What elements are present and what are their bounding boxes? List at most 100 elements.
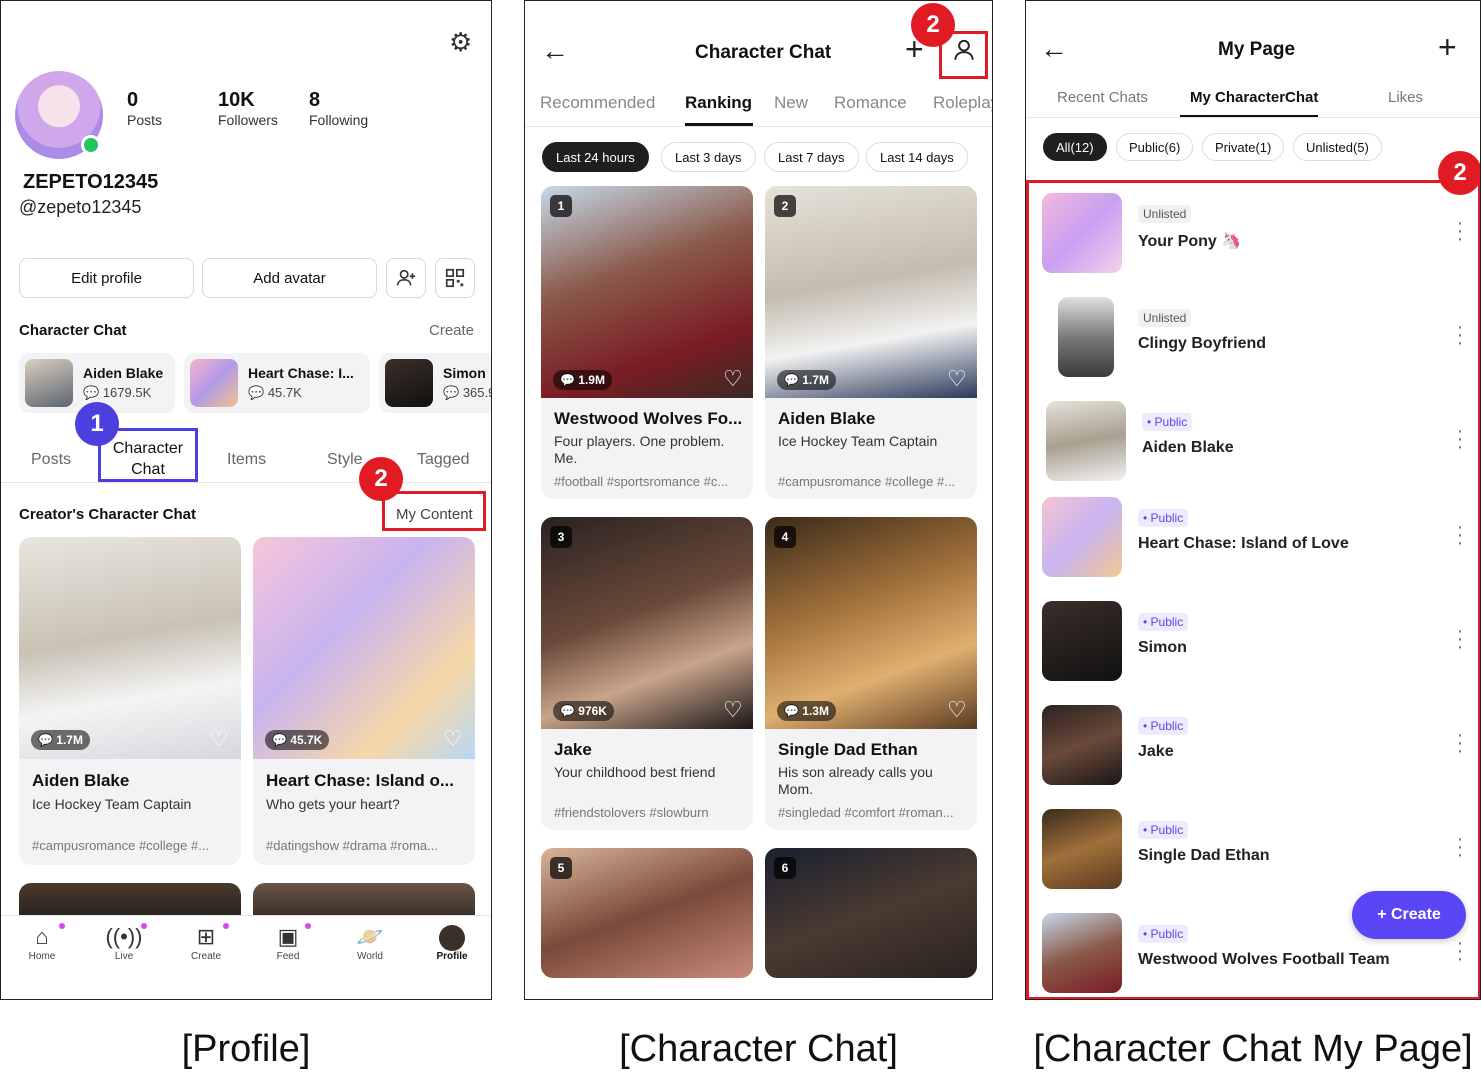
more-options-icon[interactable]: · · · — [1456, 933, 1464, 969]
character-card-partial[interactable] — [19, 883, 241, 917]
filter-unlisted[interactable]: Unlisted(5) — [1293, 133, 1382, 161]
create-button[interactable]: + Create — [1352, 891, 1466, 939]
visibility-badge: • Public — [1142, 413, 1193, 431]
ranking-card[interactable]: 2 💬 1.7M ♡ Aiden Blake Ice Hockey Team C… — [765, 186, 977, 499]
nav-feed[interactable]: ▣ Feed — [258, 923, 318, 962]
notification-dot — [59, 923, 65, 929]
character-card-partial[interactable] — [253, 883, 475, 917]
back-arrow-icon[interactable]: ← — [541, 35, 569, 67]
tab-likes[interactable]: Likes — [1388, 89, 1423, 106]
tab-recent-chats[interactable]: Recent Chats — [1057, 89, 1148, 106]
filter-public[interactable]: Public(6) — [1116, 133, 1194, 161]
list-item[interactable]: • Public Heart Chase: Island of Love · · · — [1026, 491, 1480, 591]
list-item[interactable]: • Public Simon · · · — [1026, 595, 1480, 695]
user-handle: @zepeto12345 — [19, 197, 142, 217]
character-card[interactable]: 💬 45.7K ♡ Heart Chase: Island o... Who g… — [253, 537, 475, 865]
character-image — [19, 537, 241, 759]
visibility-badge: • Public — [1138, 717, 1189, 735]
page-title: My Page — [1218, 39, 1296, 60]
filter-last-24-hours[interactable]: Last 24 hours — [542, 142, 649, 172]
ranking-card[interactable]: 3 💬 976K ♡ Jake Your childhood best frie… — [541, 517, 753, 830]
heart-icon[interactable]: ♡ — [723, 366, 743, 392]
nav-create[interactable]: ⊞ Create — [176, 923, 236, 962]
stat-value: 10K — [218, 89, 255, 111]
character-name: Jake — [1138, 743, 1174, 760]
heart-icon[interactable]: ♡ — [947, 366, 967, 392]
heart-icon[interactable]: ♡ — [209, 726, 229, 752]
ranking-card[interactable]: 4 💬 1.3M ♡ Single Dad Ethan His son alre… — [765, 517, 977, 830]
character-name: Heart Chase: Island of Love — [1138, 535, 1349, 552]
stat-posts[interactable]: 0 Posts — [127, 89, 162, 128]
nav-label: Home — [28, 951, 56, 962]
add-avatar-button[interactable]: Add avatar — [202, 258, 377, 298]
tab-style[interactable]: Style — [327, 451, 363, 469]
list-item[interactable]: Unlisted Your Pony 🦄 · · · — [1026, 187, 1480, 287]
more-options-icon[interactable]: · · · — [1456, 317, 1464, 353]
heart-icon[interactable]: ♡ — [723, 697, 743, 723]
list-item[interactable]: • Public Single Dad Ethan · · · — [1026, 803, 1480, 903]
filter-all[interactable]: All(12) — [1043, 133, 1107, 161]
tab-ranking[interactable]: Ranking — [685, 93, 752, 113]
tab-items[interactable]: Items — [227, 451, 266, 469]
ranking-card[interactable]: 1 💬 1.9M ♡ Westwood Wolves Fo... Four pl… — [541, 186, 753, 499]
qr-code-button[interactable] — [435, 258, 475, 298]
tab-recommended[interactable]: Recommended — [540, 93, 655, 113]
stat-value: 8 — [309, 89, 321, 111]
list-item[interactable]: Unlisted Clingy Boyfriend · · · — [1026, 291, 1480, 391]
back-arrow-icon[interactable]: ← — [1040, 33, 1068, 65]
bottom-nav — [1, 915, 491, 999]
creator-section-title: Creator's Character Chat — [19, 506, 196, 523]
nav-live[interactable]: ((•)) Live — [94, 923, 154, 962]
character-thumbnail — [1042, 497, 1122, 577]
world-icon: 🪐 — [356, 924, 384, 949]
character-chip[interactable]: Simon 💬 365.9 — [379, 353, 491, 413]
tab-roleplay[interactable]: Roleplay — [933, 93, 992, 113]
more-options-icon[interactable]: · · · — [1456, 621, 1464, 657]
card-title: Jake — [554, 740, 592, 759]
more-options-icon[interactable]: · · · — [1456, 213, 1464, 249]
plus-icon[interactable]: + — [1438, 31, 1457, 63]
character-image — [541, 517, 753, 729]
chat-count-value: 976K — [578, 704, 607, 718]
more-options-icon[interactable]: · · · — [1456, 725, 1464, 761]
heart-icon[interactable]: ♡ — [947, 697, 967, 723]
stat-following[interactable]: 8 Following — [309, 89, 368, 128]
more-options-icon[interactable]: · · · — [1456, 421, 1464, 457]
filter-last-14-days[interactable]: Last 14 days — [866, 142, 968, 172]
stat-followers[interactable]: 10K Followers — [218, 89, 278, 128]
ranking-card[interactable]: 6 — [765, 848, 977, 978]
list-item[interactable]: • Public Jake · · · — [1026, 699, 1480, 799]
gear-icon[interactable]: ⚙ — [449, 27, 472, 58]
card-tags: #singledad #comfort #roman... — [778, 805, 954, 820]
stat-value: 0 — [127, 89, 139, 111]
list-item[interactable]: • Public Aiden Blake · · · — [1026, 395, 1480, 495]
filter-last-7-days[interactable]: Last 7 days — [764, 142, 859, 172]
edit-profile-button[interactable]: Edit profile — [19, 258, 194, 298]
character-card[interactable]: 💬 1.7M ♡ Aiden Blake Ice Hockey Team Cap… — [19, 537, 241, 865]
section-title: Character Chat — [19, 322, 127, 339]
character-chip[interactable]: Heart Chase: I... 💬 45.7K — [184, 353, 370, 413]
highlight-box — [382, 491, 486, 531]
step-marker: 2 — [911, 3, 955, 47]
tab-romance[interactable]: Romance — [834, 93, 907, 113]
more-options-icon[interactable]: · · · — [1456, 829, 1464, 865]
add-friend-button[interactable] — [386, 258, 426, 298]
filter-last-3-days[interactable]: Last 3 days — [661, 142, 756, 172]
ranking-card[interactable]: 5 — [541, 848, 753, 978]
tab-new[interactable]: New — [774, 93, 808, 113]
nav-profile[interactable]: Profile — [422, 923, 482, 962]
tab-posts[interactable]: Posts — [31, 451, 71, 469]
chip-count: 💬 1679.5K — [83, 385, 152, 400]
nav-world[interactable]: 🪐 World — [340, 923, 400, 962]
character-chat-screen: ← Character Chat + 2 Recommended Ranking… — [524, 0, 993, 1000]
character-thumbnail — [1042, 193, 1122, 273]
my-page-screen: ← My Page + Recent Chats My CharacterCha… — [1025, 0, 1481, 1000]
tab-my-characterchat[interactable]: My CharacterChat — [1190, 89, 1318, 106]
nav-home[interactable]: ⌂ Home — [12, 923, 72, 962]
tab-tagged[interactable]: Tagged — [417, 451, 470, 469]
create-link[interactable]: Create — [429, 322, 474, 339]
divider — [525, 126, 992, 127]
heart-icon[interactable]: ♡ — [443, 726, 463, 752]
filter-private[interactable]: Private(1) — [1202, 133, 1285, 161]
more-options-icon[interactable]: · · · — [1456, 517, 1464, 553]
